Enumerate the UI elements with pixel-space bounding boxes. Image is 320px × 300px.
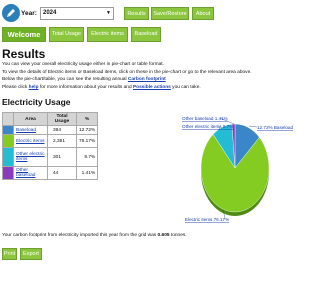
tab-baseload[interactable]: Baseload [131,27,161,42]
table-row[interactable]: Electric items 2,361 76.17% [2,134,99,148]
intro-line-3: Below the pie-chart/table, you can see t… [2,76,298,84]
intro-line-4-post: you can take. [172,84,201,90]
page-title: Results [2,47,46,61]
row-color-swatch [2,134,14,148]
usage-table: Area Total Usage % Baseload 394 12.72% Elec… [2,112,99,180]
tab-total-usage[interactable]: Total Usage [49,27,84,42]
intro-line-1: You can view your overall electricity us… [2,62,164,67]
results-button[interactable]: Results [124,7,149,20]
intro-line-3-text: Below the pie-chart/table, you can see t… [2,77,127,82]
row-area-link[interactable]: Other electric items [16,152,45,162]
row-area-link[interactable]: Other baseload [16,168,35,178]
table-row[interactable]: Other electric items 301 9.7% [2,147,99,167]
row-usage: 394 [47,125,77,135]
footprint-value: 0.605 [157,233,170,238]
row-percent: 76.17% [75,134,99,148]
row-area-link[interactable]: Electric items [16,139,45,144]
pie-label-leader [248,125,258,128]
table-header-color [2,112,14,126]
row-area-cell: Other electric items [13,147,48,167]
possible-actions-link[interactable]: Possible actions [133,85,171,90]
tab-welcome[interactable]: Welcome [2,27,46,42]
row-color-swatch [2,125,14,135]
pie-label[interactable]: Electric items 76.17% [185,217,229,222]
section-title: Electricity Usage [2,97,71,107]
row-percent: 12.72% [75,125,99,135]
year-label: Year: [21,10,37,17]
row-usage: 44 [47,166,77,180]
carbon-footprint-link[interactable]: Carbon footprint [128,77,166,82]
table-header-pct: % [75,112,99,126]
about-button[interactable]: About [192,7,214,20]
intro-line-2: To view the details of Electric items or… [2,69,252,75]
help-link[interactable]: help [29,85,39,90]
table-row[interactable]: Other baseload 44 1.41% [2,166,99,180]
footprint-unit: tonnes. [170,233,187,238]
row-area-cell: Other baseload [13,166,48,180]
electricity-pie-chart[interactable]: 12.72% Baseload Electric items 76.17% Othe… [150,110,300,225]
pie-label[interactable]: Other baseload 1.41% [182,116,228,121]
chevron-down-icon: ▼ [106,10,111,16]
pencil-logo-icon [2,4,20,22]
row-percent: 9.7% [75,147,99,167]
save-restore-button[interactable]: Save/Restore [151,7,189,20]
tab-bar: Welcome Total Usage Electric items Basel… [0,27,300,43]
carbon-footprint-text: Your carbon footprint from electricity i… [2,233,187,238]
tab-electric-items[interactable]: Electric items [87,27,128,42]
row-percent: 1.41% [75,166,99,180]
pie-label[interactable]: 12.72% Baseload [257,125,293,130]
table-header-area: Area [13,112,48,126]
export-button[interactable]: Export [20,248,42,260]
row-area-link[interactable]: Baseload [16,128,36,133]
year-value: 2024 [43,10,57,16]
pie-label[interactable]: Other electric items 9.7% [182,124,233,129]
print-button[interactable]: Print [2,248,17,260]
table-header-usage: Total Usage [47,112,77,126]
intro-text: You can view your overall electricity us… [2,61,298,91]
row-area-cell: Baseload [13,125,48,135]
row-color-swatch [2,166,14,180]
top-bar: Year: 2024 ▼ Results Save/Restore About [0,4,300,26]
intro-line-4: Please click help for more information a… [2,84,298,92]
table-header-row: Area Total Usage % [2,112,99,126]
row-color-swatch [2,147,14,167]
row-usage: 301 [47,147,77,167]
intro-line-4-text: Please click [2,84,28,90]
intro-line-4-mid: for more information about your results … [39,84,132,90]
row-area-cell: Electric items [13,134,48,148]
footprint-text: Your carbon footprint from electricity i… [2,233,157,238]
year-select[interactable]: 2024 ▼ [40,7,114,20]
table-row[interactable]: Baseload 394 12.72% [2,125,99,135]
row-usage: 2,361 [47,134,77,148]
